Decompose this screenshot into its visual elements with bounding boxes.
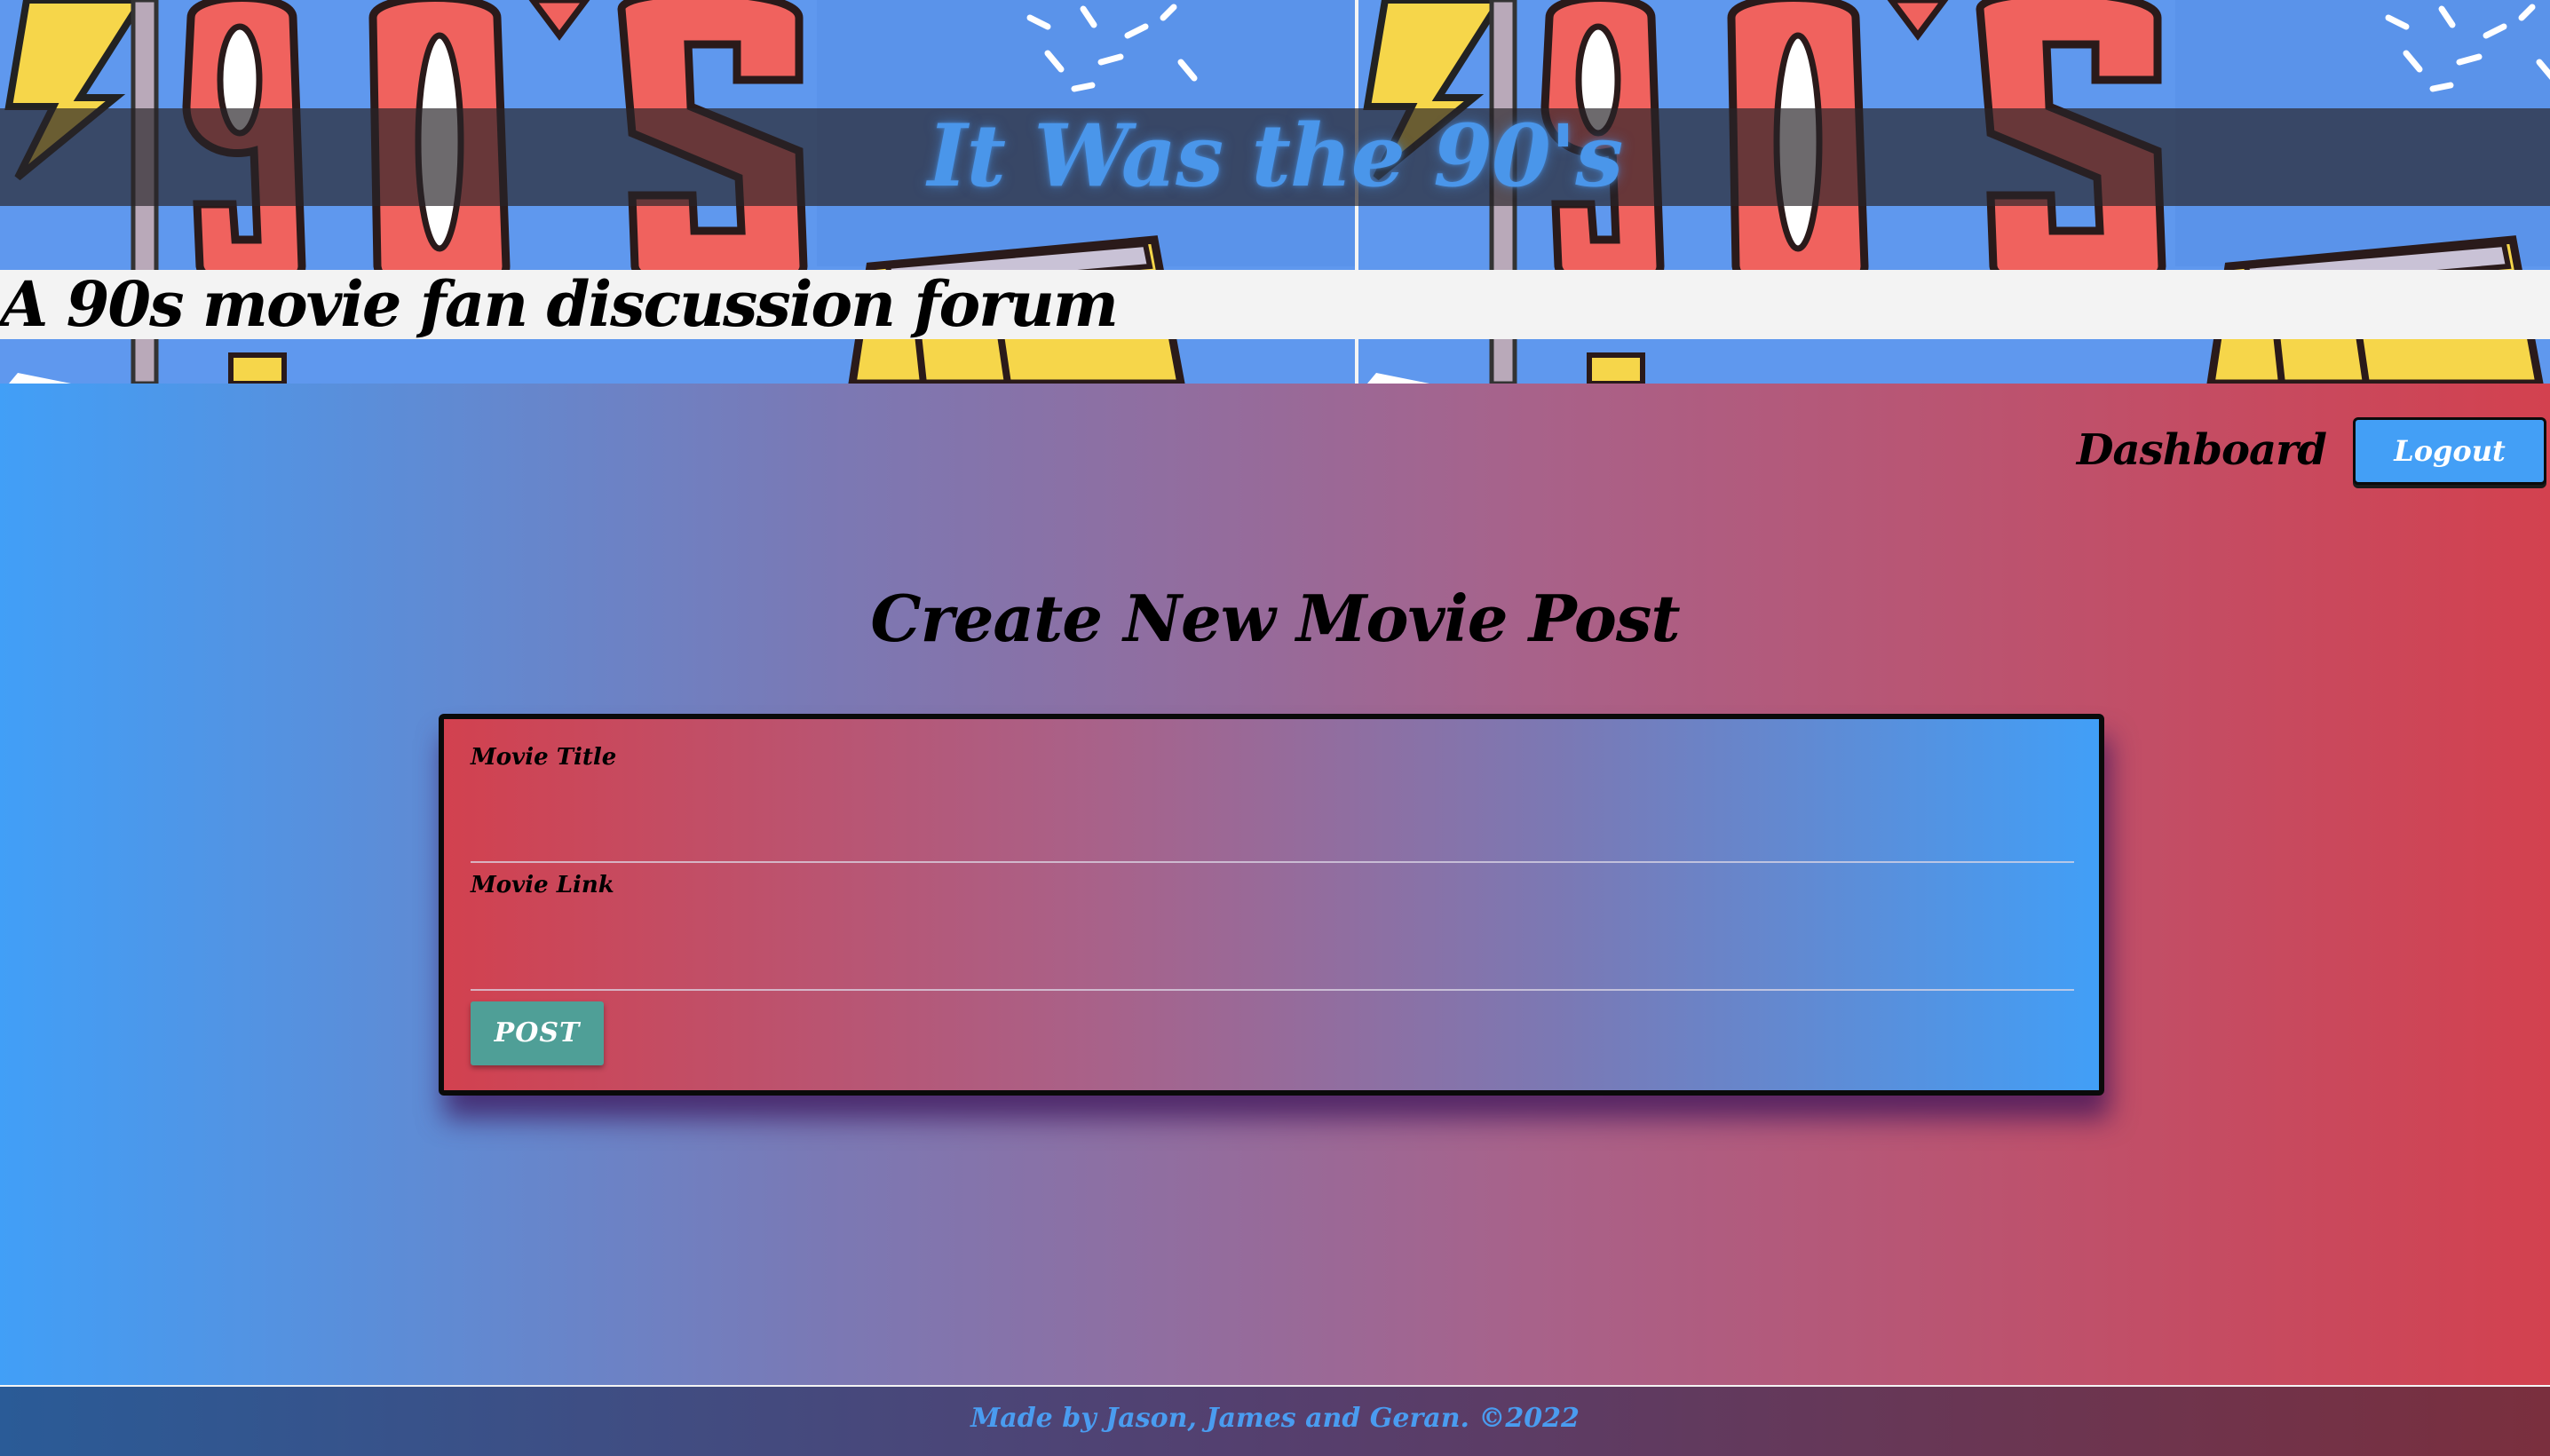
header-banner-image: It Was the 90's A 90s movie fan discussi… — [0, 0, 2550, 384]
site-title: It Was the 90's — [927, 106, 1623, 206]
movie-title-label: Movie Title — [471, 744, 617, 771]
movie-title-input[interactable] — [471, 817, 2074, 863]
site-tagline: A 90s movie fan discussion forum — [0, 267, 1119, 341]
post-submit-button[interactable]: POST — [471, 1001, 604, 1065]
movie-link-label: Movie Link — [471, 872, 614, 898]
page-title: Create New Movie Post — [870, 581, 1680, 656]
footer-credits: Made by Jason, James and Geran. ©2022 — [970, 1403, 1580, 1434]
logout-button[interactable]: Logout — [2353, 417, 2546, 485]
movie-link-input[interactable] — [471, 945, 2074, 991]
new-post-form: Movie Title Movie Link POST — [439, 714, 2104, 1096]
dashboard-link[interactable]: Dashboard — [2077, 417, 2327, 483]
site-footer: Made by Jason, James and Geran. ©2022 — [0, 1385, 2550, 1456]
